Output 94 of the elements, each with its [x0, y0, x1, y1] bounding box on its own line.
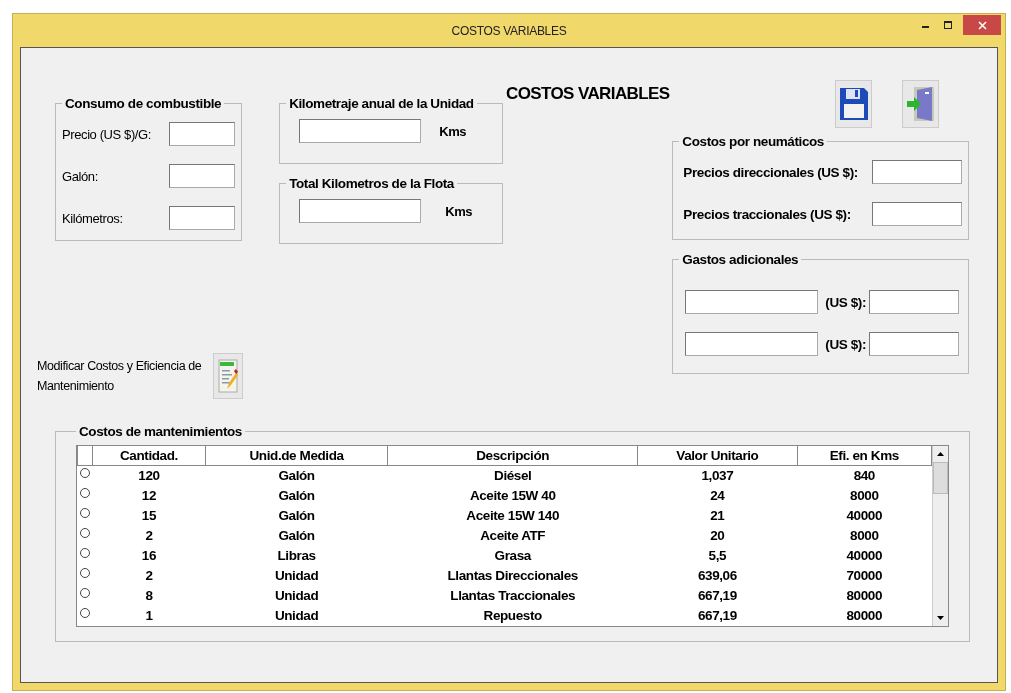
column-header[interactable]: Unid.de Medida — [205, 446, 388, 466]
group-title: Kilometraje anual de la Unidad — [288, 96, 475, 111]
table-cell-text: 40000 — [845, 547, 884, 565]
save-button[interactable] — [835, 80, 872, 128]
row-radio[interactable] — [79, 568, 90, 578]
field-label: (US $): — [825, 336, 867, 352]
scroll-up-icon[interactable] — [937, 452, 944, 456]
group-title: Gastos adicionales — [681, 252, 800, 267]
input-field[interactable] — [685, 290, 819, 314]
field-label: Kilómetros: — [62, 210, 123, 226]
input-field[interactable] — [299, 199, 422, 223]
table-cell-text: 80000 — [845, 607, 884, 625]
table-cell-text: 2 — [144, 527, 154, 545]
row-radio[interactable] — [79, 528, 90, 538]
table-cell-text: 70000 — [845, 567, 884, 585]
group-title: Total Kilometros de la Flota — [288, 176, 456, 191]
table-cell-text: 5,5 — [707, 547, 728, 565]
input-field[interactable] — [169, 122, 236, 146]
table-cell-text: Aceite 15W 140 — [465, 507, 561, 525]
table-cell-text: 12 — [140, 487, 158, 505]
column-header[interactable]: Valor Unitario — [637, 446, 798, 466]
field-label: (US $): — [825, 294, 867, 310]
table-cell-text: 667,19 — [696, 607, 738, 625]
window-title: COSTOS VARIABLES — [451, 23, 567, 38]
group-title: Consumo de combustible — [64, 96, 223, 111]
table-cell-text: Llantas Direccionales — [446, 567, 579, 585]
field-label: Precios direccionales (US $): — [683, 164, 858, 180]
table-cell-text: Repuesto — [482, 607, 543, 625]
table-cell-text: 20 — [709, 527, 726, 545]
unit-label: Kms — [439, 123, 467, 139]
table-cell-text: Unidad — [273, 567, 320, 585]
table-cell-text: Unidad — [273, 607, 320, 625]
table-cell-text: Aceite 15W 40 — [468, 487, 557, 505]
table-cell-text: Grasa — [493, 547, 533, 565]
field-label: Galón: — [62, 168, 98, 184]
input-field[interactable] — [872, 202, 962, 226]
table-cell-text: 639,06 — [696, 567, 738, 585]
table-cell-text: Galón — [277, 487, 316, 505]
close-icon — [977, 20, 987, 30]
row-radio[interactable] — [79, 468, 90, 478]
table-cell-text: Llantas Traccionales — [449, 587, 577, 605]
table-cell-text: 80000 — [845, 587, 884, 605]
maximize-icon — [944, 20, 953, 30]
input-field[interactable] — [869, 290, 960, 314]
scroll-down-icon[interactable] — [937, 616, 944, 620]
unit-label: Kms — [445, 203, 473, 219]
modify-costs-label: Modificar Costos y Eficiencia de Mantenimiento — [37, 358, 203, 395]
input-field[interactable] — [869, 332, 960, 356]
table-cell: Diésel — [387, 465, 638, 486]
row-radio[interactable] — [79, 488, 90, 498]
column-header[interactable]: Cantidad. — [92, 446, 206, 466]
table-cell-text: 8000 — [849, 487, 880, 505]
table-cell-text: Unidad — [273, 587, 320, 605]
row-radio[interactable] — [79, 608, 90, 618]
edit-document-icon — [218, 359, 238, 393]
scroll-thumb[interactable] — [933, 462, 948, 494]
input-field[interactable] — [685, 332, 819, 356]
table-cell: 1,037 — [637, 465, 798, 486]
column-header[interactable]: Efi. en Kms — [797, 446, 932, 466]
table-cell-text: 2 — [144, 567, 154, 585]
input-field[interactable] — [299, 119, 422, 143]
edit-button[interactable] — [213, 353, 243, 399]
row-radio[interactable] — [79, 588, 90, 598]
table-cell-text: Galón — [277, 507, 316, 525]
close-button[interactable] — [963, 15, 1001, 35]
table-cell-text: 24 — [709, 487, 726, 505]
input-field[interactable] — [169, 164, 236, 188]
group-title: Costos por neumáticos — [681, 134, 825, 149]
table-cell: 120 — [92, 465, 206, 486]
group-title: Costos de mantenimientos — [78, 424, 243, 439]
row-radio[interactable] — [79, 508, 90, 518]
field-label: Precios traccionales (US $): — [683, 206, 851, 222]
table-cell-text: 8000 — [849, 527, 880, 545]
table-cell-text: Galón — [277, 527, 316, 545]
form-heading: COSTOS VARIABLES — [505, 84, 670, 104]
scrollbar[interactable] — [932, 446, 948, 626]
table-cell: 840 — [797, 465, 932, 486]
table-cell-text: 8 — [144, 587, 154, 605]
input-field[interactable] — [169, 206, 236, 230]
table-cell-text: 15 — [140, 507, 158, 525]
column-header[interactable]: Descripción — [387, 446, 638, 466]
row-radio[interactable] — [79, 548, 90, 558]
table-cell-text: 40000 — [845, 507, 884, 525]
field-label: Precio (US $)/G: — [62, 126, 151, 142]
table-cell-text: 21 — [709, 507, 726, 525]
table-cell: Galón — [205, 465, 388, 486]
input-field[interactable] — [872, 160, 962, 184]
table-cell-text: Aceite ATF — [479, 527, 547, 545]
table-cell-text: 1 — [144, 607, 154, 625]
door-exit-icon — [905, 86, 936, 122]
table-cell-text: Libras — [276, 547, 317, 565]
table-cell-text: 16 — [140, 547, 158, 565]
table-cell-text: 667,19 — [696, 587, 738, 605]
exit-button[interactable] — [902, 80, 939, 128]
